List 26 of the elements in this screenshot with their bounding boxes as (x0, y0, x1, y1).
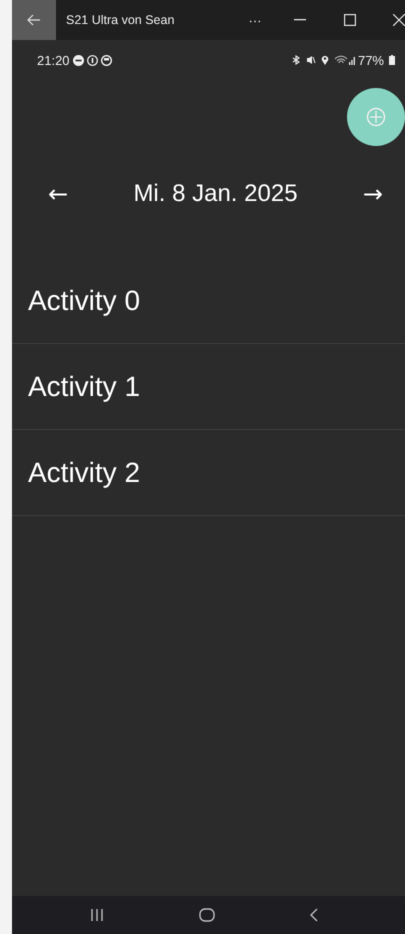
back-arrow-icon (27, 14, 41, 26)
minimize-icon[interactable] (294, 19, 306, 21)
mute-icon (306, 55, 316, 65)
activity-item[interactable]: Activity 1 (28, 370, 140, 402)
back-icon[interactable] (310, 908, 318, 922)
info-circle-icon (86, 54, 98, 66)
previous-day-button[interactable]: ← (42, 180, 74, 208)
activity-item[interactable]: Activity 0 (28, 284, 140, 316)
wifi-signal-icon (334, 55, 356, 65)
recent-apps-icon[interactable] (90, 908, 104, 922)
battery-icon (389, 55, 395, 65)
activity-item[interactable]: Activity 2 (28, 456, 140, 488)
bluetooth-icon (292, 55, 301, 65)
battery-percent: 77% (358, 52, 384, 68)
do-not-disturb-icon (72, 54, 84, 66)
next-day-button[interactable]: → (356, 180, 389, 208)
maximize-icon[interactable] (344, 14, 356, 26)
clock-time: 21:20 (37, 52, 70, 68)
app-circle-icon (100, 54, 112, 66)
window-title: S21 Ultra von Sean (66, 13, 176, 27)
date-label: Mi. 8 Jan. 2025 (132, 180, 299, 208)
home-icon[interactable] (198, 908, 214, 922)
close-icon[interactable] (393, 14, 405, 26)
location-icon (320, 55, 329, 65)
more-button[interactable]: ··· (235, 12, 275, 28)
plus-circle-icon (366, 107, 386, 127)
